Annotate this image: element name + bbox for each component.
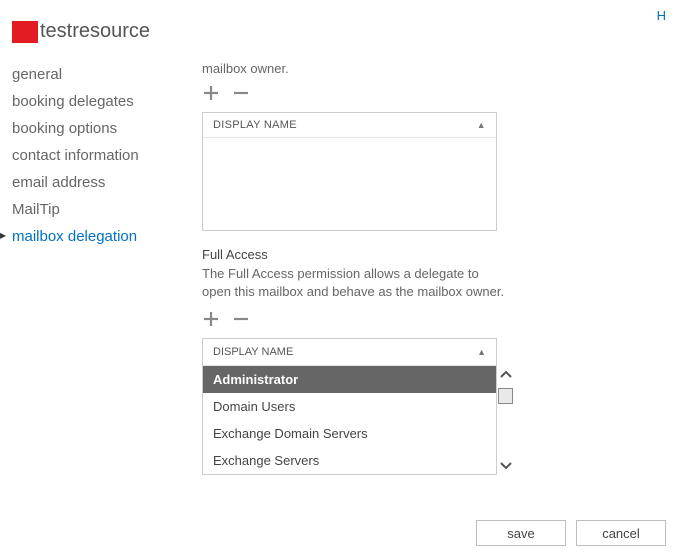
fullaccess-column-label: DISPLAY NAME xyxy=(213,346,293,358)
footer-actions: save cancel xyxy=(476,520,666,546)
sidebar-item-email-address[interactable]: email address xyxy=(12,169,192,196)
scroll-thumb[interactable] xyxy=(498,388,513,404)
chevron-down-icon[interactable] xyxy=(499,458,513,474)
owner-list-body xyxy=(203,138,496,230)
table-row[interactable]: Domain Users xyxy=(203,393,496,420)
scrollbar[interactable] xyxy=(498,366,514,474)
sidebar-item-general[interactable]: general xyxy=(12,61,192,88)
minus-icon xyxy=(233,311,249,327)
save-button[interactable]: save xyxy=(476,520,566,546)
mailbox-owner-label: mailbox owner. xyxy=(202,61,510,76)
mailbox-owner-section: mailbox owner. DISPLAY NAME ▲ xyxy=(202,61,510,231)
plus-icon xyxy=(203,85,219,101)
sidebar-item-booking-delegates[interactable]: booking delegates xyxy=(12,88,192,115)
table-row[interactable]: Exchange Domain Servers xyxy=(203,420,496,447)
sidebar: general booking delegates booking option… xyxy=(12,61,192,491)
owner-listbox[interactable]: DISPLAY NAME ▲ xyxy=(202,112,497,231)
fullaccess-table-body: Administrator Domain Users Exchange Doma… xyxy=(203,366,496,474)
add-fullaccess-button[interactable] xyxy=(202,310,220,328)
remove-fullaccess-button[interactable] xyxy=(232,310,250,328)
mailbox-icon xyxy=(12,21,38,43)
table-row[interactable]: Exchange Servers xyxy=(203,447,496,474)
page-header: testresource xyxy=(0,0,680,61)
scroll-track[interactable] xyxy=(498,382,514,458)
full-access-description: The Full Access permission allows a dele… xyxy=(202,265,510,300)
full-access-section: Full Access The Full Access permission a… xyxy=(202,247,510,475)
sidebar-item-contact-information[interactable]: contact information xyxy=(12,142,192,169)
table-row[interactable]: Administrator xyxy=(203,366,496,393)
help-link[interactable]: H xyxy=(657,8,666,23)
remove-owner-button[interactable] xyxy=(232,84,250,102)
owner-column-header[interactable]: DISPLAY NAME ▲ xyxy=(203,113,496,138)
fullaccess-table[interactable]: DISPLAY NAME ▲ Administrator Domain User… xyxy=(202,338,497,475)
chevron-up-icon[interactable] xyxy=(499,366,513,382)
full-access-title: Full Access xyxy=(202,247,510,262)
plus-icon xyxy=(203,311,219,327)
page-title: testresource xyxy=(40,20,150,43)
fullaccess-column-header[interactable]: DISPLAY NAME ▲ xyxy=(203,339,496,366)
add-owner-button[interactable] xyxy=(202,84,220,102)
cancel-button[interactable]: cancel xyxy=(576,520,666,546)
sidebar-item-booking-options[interactable]: booking options xyxy=(12,115,192,142)
main-panel: mailbox owner. DISPLAY NAME ▲ Full Acces… xyxy=(192,61,680,491)
sidebar-item-mailbox-delegation[interactable]: mailbox delegation xyxy=(12,223,192,250)
sort-asc-icon: ▲ xyxy=(477,120,486,130)
sidebar-item-mailtip[interactable]: MailTip xyxy=(12,196,192,223)
owner-column-label: DISPLAY NAME xyxy=(213,119,297,131)
minus-icon xyxy=(233,85,249,101)
sort-asc-icon: ▲ xyxy=(477,347,486,357)
